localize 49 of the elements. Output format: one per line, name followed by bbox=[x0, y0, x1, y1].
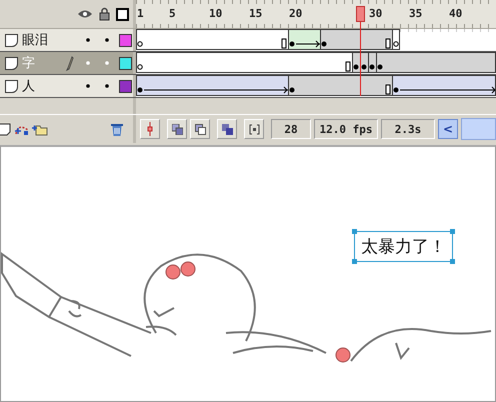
overlapping-squares-icon bbox=[172, 124, 182, 134]
overlapping-squares-icon bbox=[222, 124, 232, 134]
frame-number: 30 bbox=[369, 7, 382, 20]
frame-rate-field: 12.0 fps bbox=[314, 119, 378, 139]
outline-color-swatch[interactable] bbox=[119, 80, 132, 92]
layer-icon bbox=[5, 56, 18, 70]
layer-name: 眼泪 bbox=[22, 32, 48, 49]
playhead[interactable] bbox=[356, 6, 365, 96]
layer-name: 字 bbox=[22, 55, 35, 72]
visible-dot-icon[interactable] bbox=[85, 83, 91, 89]
center-frame-button[interactable] bbox=[140, 119, 160, 139]
add-layer-icon[interactable] bbox=[0, 122, 12, 136]
frame-number: 5 bbox=[169, 7, 176, 20]
frame-number: 1 bbox=[137, 7, 144, 20]
visible-dot-icon[interactable] bbox=[85, 37, 91, 43]
layer-row[interactable]: 眼泪 bbox=[0, 29, 136, 51]
outline-color-swatch[interactable] bbox=[119, 34, 132, 46]
layer-icon bbox=[5, 80, 18, 92]
layer-name: 人 bbox=[22, 78, 35, 95]
layer-row[interactable]: 人 bbox=[0, 75, 136, 97]
onion-markers-button[interactable] bbox=[244, 119, 264, 139]
edit-multiple-frames-button[interactable] bbox=[217, 119, 237, 139]
outline-color-swatch[interactable] bbox=[119, 56, 132, 70]
elapsed-time-field: 2.3s bbox=[381, 119, 435, 139]
unlocked-dot-icon[interactable] bbox=[104, 83, 110, 89]
frame-ruler[interactable]: 1 5 10 15 20 30 35 40 bbox=[136, 0, 496, 28]
onion-outline-button[interactable] bbox=[190, 119, 210, 139]
overlapping-squares-icon bbox=[194, 124, 206, 134]
frame-number: 10 bbox=[209, 7, 222, 20]
frame-number: 35 bbox=[409, 7, 422, 20]
text-box[interactable]: 太暴力了！ bbox=[354, 231, 453, 262]
frame-number: 20 bbox=[289, 7, 302, 20]
lock-icon[interactable] bbox=[99, 7, 110, 21]
visible-dot-icon[interactable] bbox=[85, 60, 91, 66]
unlocked-dot-icon[interactable] bbox=[104, 60, 110, 66]
current-frame-field: 28 bbox=[271, 119, 311, 139]
eye-icon[interactable] bbox=[77, 9, 93, 19]
frame-number: 40 bbox=[449, 7, 462, 20]
trash-icon[interactable] bbox=[111, 122, 123, 136]
frame-number: 15 bbox=[249, 7, 262, 20]
playhead-icon bbox=[147, 122, 153, 136]
brackets-icon bbox=[248, 124, 260, 134]
layer-icon bbox=[5, 34, 18, 46]
scrollbar-track[interactable] bbox=[461, 118, 496, 140]
folder-icon[interactable] bbox=[32, 122, 48, 136]
outline-icon[interactable] bbox=[116, 8, 129, 20]
scroll-left-button[interactable]: < bbox=[438, 119, 458, 139]
onion-skin-button[interactable] bbox=[167, 119, 187, 139]
unlocked-dot-icon[interactable] bbox=[104, 37, 110, 43]
